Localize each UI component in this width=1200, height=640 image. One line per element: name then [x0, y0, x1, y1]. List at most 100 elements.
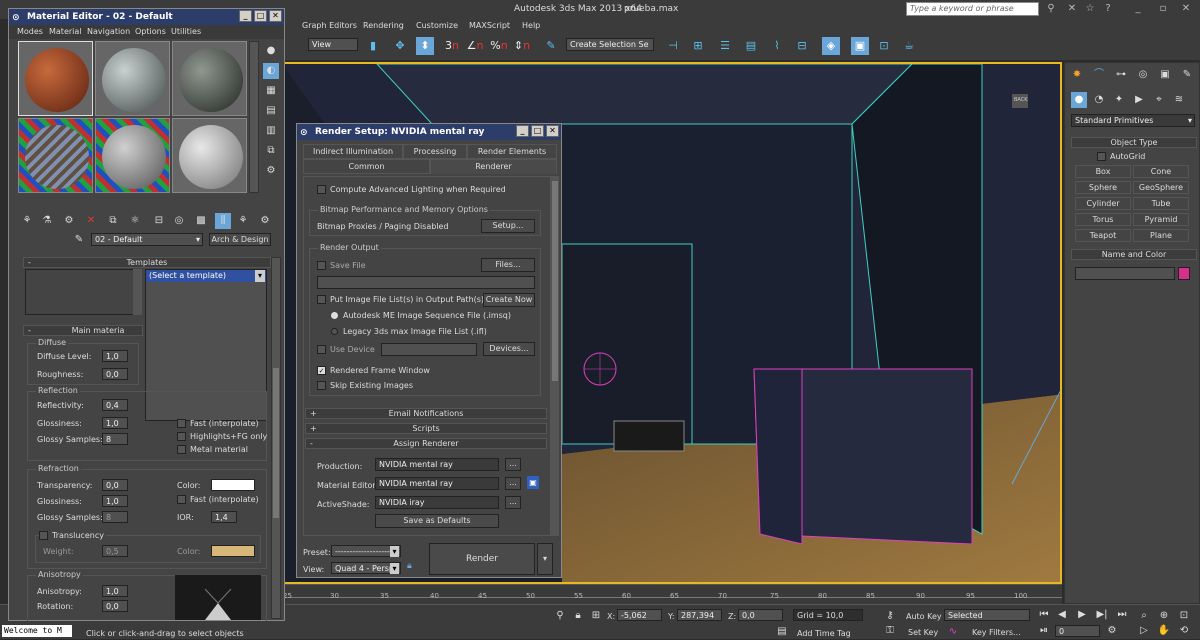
sample-slot-1[interactable] [18, 41, 93, 116]
select-manipulate-icon[interactable]: ⬍ [416, 37, 434, 55]
box-button[interactable]: Box [1075, 165, 1131, 178]
put-to-library-icon[interactable]: ⊟ [151, 213, 167, 229]
menu-navigation[interactable]: Navigation [87, 27, 130, 36]
refraction-fast-checkbox[interactable]: Fast (interpolate) [177, 495, 259, 504]
sample-type-icon[interactable]: ● [263, 43, 279, 59]
hierarchy-tab-icon[interactable]: ⊶ [1113, 67, 1129, 83]
maximize-button[interactable]: □ [254, 10, 267, 22]
selection-set-dropdown[interactable]: Create Selection Se [566, 38, 654, 51]
translucency-color-swatch[interactable] [211, 545, 255, 557]
background-icon[interactable]: ▦ [263, 83, 279, 99]
ior-field[interactable]: 1,4 [211, 511, 237, 523]
key-tangent-icon[interactable]: ∿ [945, 624, 961, 640]
pivot-icon[interactable]: ▮ [364, 37, 382, 55]
make-preview-icon[interactable]: ⧉ [263, 143, 279, 159]
reflection-glossiness-field[interactable]: 1,0 [102, 417, 128, 429]
current-frame-field[interactable]: 0 [1055, 625, 1100, 637]
adv-lighting-checkbox[interactable]: Compute Advanced Lighting when Required [317, 185, 506, 194]
menu-rendering[interactable]: Rendering [363, 21, 404, 30]
lock-renderer-icon[interactable]: ▣ [527, 476, 539, 489]
preset-dropdown[interactable]: ------------------- ▾ [331, 545, 401, 557]
shapes-icon[interactable]: ◔ [1091, 92, 1107, 108]
menu-options[interactable]: Options [135, 27, 166, 36]
set-key-icon[interactable]: ⚿ [882, 623, 898, 639]
material-editor-scrollbar[interactable] [271, 257, 281, 619]
tube-button[interactable]: Tube [1133, 197, 1189, 210]
reflection-samples-field[interactable]: 8 [102, 433, 128, 445]
zoom-icon[interactable]: ⌕ [1136, 608, 1152, 624]
menu-modes[interactable]: Modes [17, 27, 43, 36]
autogrid-checkbox[interactable]: AutoGrid [1097, 152, 1145, 161]
mirror-icon[interactable]: ⊣ [664, 37, 682, 55]
template-option-selected[interactable]: (Select a template) ▾ [146, 270, 266, 282]
scripts-rollup[interactable]: + Scripts [305, 423, 547, 434]
rendered-frame-icon[interactable]: ⊡ [875, 37, 893, 55]
modify-tab-icon[interactable]: ⌒ [1091, 67, 1107, 83]
show-map-icon[interactable]: ▩ [193, 213, 209, 229]
anisotropy-field[interactable]: 1,0 [102, 585, 128, 597]
lock-icon[interactable]: 🔒︎ [570, 608, 586, 624]
zoom-extents-icon[interactable]: ⊡ [1176, 608, 1192, 624]
helpers-icon[interactable]: ⌖ [1151, 92, 1167, 108]
maxscript-listener[interactable]: Welcome to M [2, 625, 72, 637]
reflectivity-field[interactable]: 0,4 [102, 399, 128, 411]
pyramid-button[interactable]: Pyramid [1133, 213, 1189, 226]
activeshade-choose-button[interactable]: ... [505, 496, 521, 509]
geosphere-button[interactable]: GeoSphere [1133, 181, 1189, 194]
options-icon[interactable]: ⚙ [263, 163, 279, 179]
roughness-field[interactable]: 0,0 [102, 368, 128, 380]
go-to-end-icon[interactable]: ⏭ [1114, 607, 1130, 623]
tab-processing[interactable]: Processing [403, 144, 467, 159]
utilities-tab-icon[interactable]: ✎ [1179, 67, 1195, 83]
move-icon[interactable]: ✥ [391, 37, 409, 55]
save-defaults-button[interactable]: Save as Defaults [375, 514, 499, 528]
metal-checkbox[interactable]: Metal material [177, 445, 248, 454]
object-name-field[interactable] [1075, 267, 1175, 280]
backlight-icon[interactable]: ◐ [263, 63, 279, 79]
use-device-checkbox[interactable]: Use Device [317, 345, 375, 354]
material-editor-titlebar[interactable]: ⊙ Material Editor - 02 - Default _ □ ✕ [9, 9, 284, 25]
render-button[interactable]: Render [429, 543, 535, 575]
device-field[interactable] [381, 343, 477, 356]
menu-material[interactable]: Material [49, 27, 82, 36]
cylinder-button[interactable]: Cylinder [1075, 197, 1131, 210]
time-tag-icon[interactable]: ▤ [774, 624, 790, 640]
cone-button[interactable]: Cone [1133, 165, 1189, 178]
cameras-icon[interactable]: ▶ [1131, 92, 1147, 108]
imsq-radio[interactable]: Autodesk ME Image Sequence File (.imsq) [331, 311, 511, 320]
orbit-icon[interactable]: ⟲ [1176, 623, 1192, 639]
highlights-checkbox[interactable]: Highlights+FG only [177, 432, 267, 441]
render-options-button[interactable]: ▾ [537, 543, 553, 575]
material-name-field[interactable]: 02 - Default ▾ [91, 233, 203, 246]
tools-icon[interactable]: ✕ [1064, 1, 1080, 17]
sample-slot-2[interactable] [95, 41, 170, 116]
reflection-fast-checkbox[interactable]: Fast (interpolate) [177, 419, 259, 428]
sample-slot-5[interactable] [95, 118, 170, 193]
key-filters-button[interactable]: Key Filters... [972, 628, 1021, 637]
devices-button[interactable]: Devices... [483, 342, 535, 356]
go-to-start-icon[interactable]: ⏮ [1036, 607, 1052, 623]
help-icon[interactable]: ? [1100, 1, 1116, 17]
sample-slot-4[interactable] [18, 118, 93, 193]
display-tab-icon[interactable]: ▣ [1157, 67, 1173, 83]
sample-slot-6[interactable] [172, 118, 247, 193]
assign-material-icon[interactable]: ⚙ [61, 213, 77, 229]
spinner-snap-icon[interactable]: ⇕n [513, 37, 531, 55]
templates-scrollbar[interactable] [133, 269, 142, 315]
mat-editor-choose-button[interactable]: ... [505, 477, 521, 490]
field-of-view-icon[interactable]: ▷ [1136, 623, 1152, 639]
close-button[interactable]: ✕ [546, 125, 559, 137]
key-mode-toggle-icon[interactable]: ⏯ [1036, 623, 1052, 639]
put-to-scene-icon[interactable]: ⚗ [39, 213, 55, 229]
minimize-button[interactable]: _ [516, 125, 529, 137]
sample-slot-3[interactable] [172, 41, 247, 116]
time-config-icon[interactable]: ⚙ [1104, 623, 1120, 639]
layer-icon[interactable]: ☰ [716, 37, 734, 55]
rotation-field[interactable]: 0,0 [102, 600, 128, 612]
tab-indirect-illumination[interactable]: Indirect Illumination [303, 144, 403, 159]
x-coordinate-field[interactable]: -5,062 [617, 609, 662, 621]
menu-maxscript[interactable]: MAXScript [469, 21, 510, 30]
make-unique-icon[interactable]: ⚛ [127, 213, 143, 229]
set-key-button[interactable]: Set Key [908, 628, 938, 637]
rendered-frame-checkbox[interactable]: ✓ Rendered Frame Window [317, 366, 430, 375]
